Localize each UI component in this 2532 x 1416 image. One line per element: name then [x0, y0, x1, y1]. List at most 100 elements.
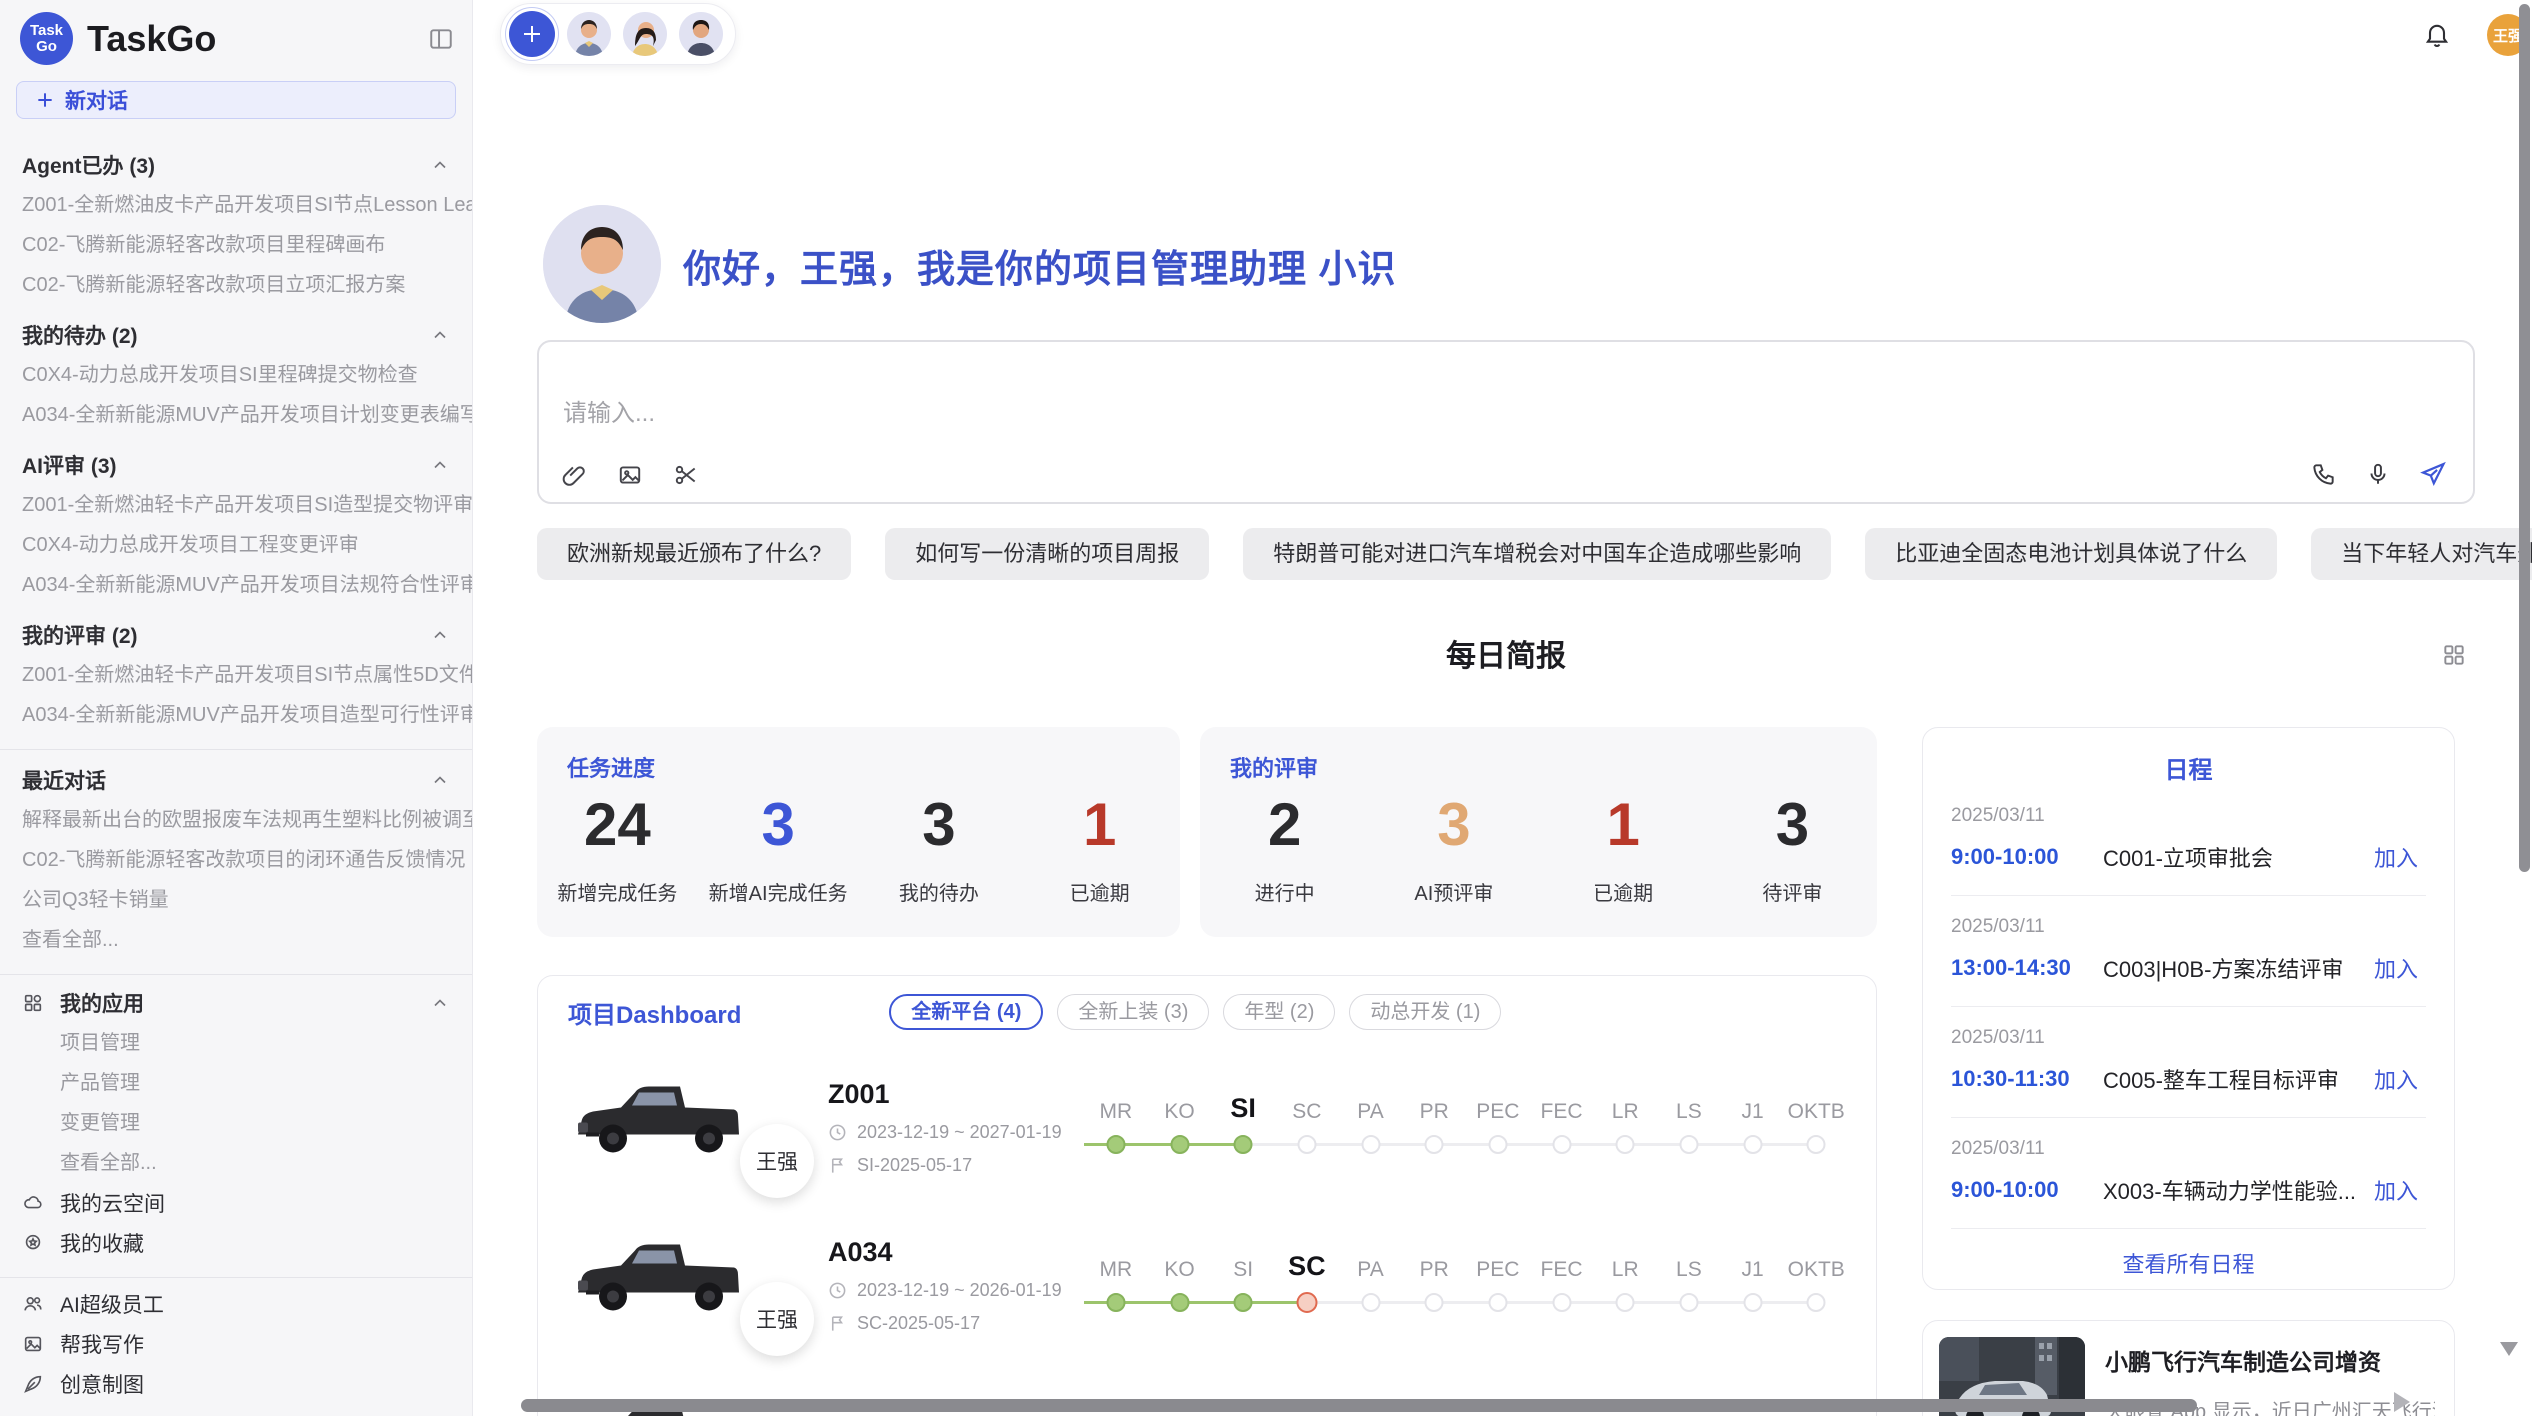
list-item[interactable]: Z001-全新燃油轻卡产品开发项目SI节点属性5D文件评审 [0, 655, 472, 695]
apps-grid-icon [22, 992, 44, 1014]
section-title: Agent已办 (3) [22, 150, 430, 180]
list-item[interactable]: C02-飞腾新能源轻客改款项目的闭环通告反馈情况 [0, 840, 472, 880]
stat-value: 24 [537, 789, 698, 861]
join-link[interactable]: 加入 [2374, 1174, 2426, 1206]
microphone-icon[interactable] [2365, 461, 2391, 487]
clock-icon [828, 1123, 847, 1142]
join-link[interactable]: 加入 [2374, 1063, 2426, 1095]
section-my-review[interactable]: 我的评审 (2) [0, 615, 472, 655]
section-agent-done[interactable]: Agent已办 (3) [0, 145, 472, 185]
milestone-station: OKTB [1784, 1246, 1848, 1324]
stat-items: 2 进行中 3 AI预评审 1 已逾期 3 待评审 [1200, 789, 1877, 906]
stat-label: 我的待办 [859, 877, 1020, 906]
medal-star-icon [22, 1232, 44, 1254]
milestone-label: J1 [1721, 1246, 1785, 1282]
milestone-station: PR [1402, 1246, 1466, 1324]
stat-label: 新增AI完成任务 [698, 877, 859, 906]
join-link[interactable]: 加入 [2374, 952, 2426, 984]
sidebar-item-project-mgmt[interactable]: 项目管理 [0, 1023, 472, 1063]
section-recent-chats[interactable]: 最近对话 [0, 760, 472, 800]
suggestion-chip[interactable]: 欧洲新规最近颁布了什么? [537, 528, 851, 580]
horizontal-scrollbar[interactable] [521, 1399, 2197, 1412]
paperclip-icon[interactable] [561, 462, 587, 488]
suggestion-chip[interactable]: 特朗普可能对进口汽车增税会对中国车企造成哪些影响 [1243, 528, 1831, 580]
stat-label: 已逾期 [1019, 877, 1180, 906]
view-all-link[interactable]: 查看全部... [0, 1143, 472, 1183]
logo-text-top: Task [30, 23, 63, 39]
list-item[interactable]: C0X4-动力总成开发项目SI里程碑提交物检查 [0, 355, 472, 395]
sidebar-item-product-mgmt[interactable]: 产品管理 [0, 1063, 472, 1103]
list-item[interactable]: C02-飞腾新能源轻客改款项目立项汇报方案 [0, 265, 472, 305]
chevron-up-icon[interactable] [430, 770, 450, 790]
project-date-range: 2023-12-19 ~ 2026-01-19 [857, 1280, 1062, 1301]
chevron-up-icon[interactable] [430, 455, 450, 475]
section-my-apps[interactable]: 我的应用 [0, 983, 472, 1023]
filter-chip-model-year[interactable]: 年型 (2) [1223, 994, 1335, 1030]
chevron-up-icon[interactable] [430, 155, 450, 175]
list-item[interactable]: 解释最新出台的欧盟报废车法规再生塑料比例被调至15%... [0, 800, 472, 840]
avatar[interactable] [679, 12, 723, 56]
list-item[interactable]: A034-全新新能源MUV产品开发项目造型可行性评审 [0, 695, 472, 735]
project-row[interactable]: 王强 Z001 2023-12-19 ~ 2027-01-19 SI-2025-… [538, 1048, 1876, 1206]
chevron-up-icon[interactable] [430, 325, 450, 345]
sidebar-item-creative-draw[interactable]: 创意制图 [0, 1364, 472, 1404]
list-item[interactable]: A034-全新新能源MUV产品开发项目计划变更表编写 [0, 395, 472, 435]
avatar[interactable] [567, 12, 611, 56]
sidebar-header: Task Go TaskGo [0, 0, 472, 65]
app-window: Task Go TaskGo 新对话 Agent已办 (3) Z001-全新燃油… [0, 0, 2532, 1416]
list-item[interactable]: Z001-全新燃油皮卡产品开发项目SI节点Lesson Learn报告 [0, 185, 472, 225]
list-item[interactable]: C02-飞腾新能源轻客改款项目里程碑画布 [0, 225, 472, 265]
milestone-station: KO [1148, 1246, 1212, 1324]
view-all-schedule-link[interactable]: 查看所有日程 [1923, 1229, 2454, 1279]
sidebar-item-ai-staff[interactable]: AI超级员工 [0, 1284, 472, 1324]
plus-icon [520, 22, 544, 46]
sidebar-collapse-icon[interactable] [428, 26, 454, 52]
sidebar-item-change-mgmt[interactable]: 变更管理 [0, 1103, 472, 1143]
stat-label: 进行中 [1200, 877, 1369, 906]
chat-input[interactable] [563, 400, 1763, 428]
list-item[interactable]: 公司Q3轻卡销量 [0, 880, 472, 920]
vertical-scrollbar[interactable] [2519, 4, 2530, 872]
scissors-icon[interactable] [673, 462, 699, 488]
chevron-up-icon[interactable] [430, 993, 450, 1013]
filter-chip-platform[interactable]: 全新平台 (4) [889, 994, 1043, 1030]
scroll-right-arrow-icon[interactable] [2394, 1392, 2410, 1412]
milestone-station: MR [1084, 1088, 1148, 1166]
milestone-label: PR [1402, 1246, 1466, 1282]
sidebar-item-cloud-space[interactable]: 我的云空间 [0, 1183, 472, 1223]
sidebar-item-favorites[interactable]: 我的收藏 [0, 1223, 472, 1263]
project-row[interactable]: 王强 A034 2023-12-19 ~ 2026-01-19 SC-2025-… [538, 1206, 1876, 1364]
project-media: 王强 [566, 1071, 816, 1184]
suggestion-chip[interactable]: 当下年轻人对汽车外观有怎样的喜好趋势 [2311, 528, 2532, 580]
suggestion-chip[interactable]: 比亚迪全固态电池计划具体说了什么 [1865, 528, 2277, 580]
suggestion-chip[interactable]: 如何写一份清晰的项目周报 [885, 528, 1209, 580]
filter-chip-powertrain[interactable]: 动总开发 (1) [1349, 994, 1501, 1030]
view-all-link[interactable]: 查看全部... [0, 920, 472, 960]
layout-grid-icon[interactable] [2441, 642, 2467, 668]
section-my-todo[interactable]: 我的待办 (2) [0, 315, 472, 355]
project-info: A034 2023-12-19 ~ 2026-01-19 SC-2025-05-… [816, 1237, 1078, 1334]
pickup-truck-image [566, 1071, 751, 1179]
task-progress-card: 任务进度 24 新增完成任务 3 新增AI完成任务 3 我的待办 1 已逾期 [537, 727, 1180, 937]
list-item[interactable]: C0X4-动力总成开发项目工程变更评审 [0, 525, 472, 565]
avatar[interactable] [623, 12, 667, 56]
schedule-card: 日程 2025/03/11 9:00-10:00 C001-立项审批会 加入 2… [1922, 727, 2455, 1290]
notification-bell-icon[interactable] [2423, 20, 2451, 48]
send-icon[interactable] [2419, 460, 2447, 488]
milestone-dot [1743, 1293, 1762, 1312]
filter-chip-body[interactable]: 全新上装 (3) [1057, 994, 1209, 1030]
list-item[interactable]: A034-全新新能源MUV产品开发项目法规符合性评审 [0, 565, 472, 605]
milestone-station-current: SI [1211, 1088, 1275, 1166]
add-agent-button[interactable] [509, 11, 555, 57]
new-chat-button[interactable]: 新对话 [16, 81, 456, 119]
image-icon[interactable] [617, 462, 643, 488]
join-link[interactable]: 加入 [2374, 841, 2426, 873]
phone-icon[interactable] [2311, 461, 2337, 487]
milestone-label: J1 [1721, 1088, 1785, 1124]
section-ai-review[interactable]: AI评审 (3) [0, 445, 472, 485]
scroll-down-arrow-icon[interactable] [2500, 1342, 2518, 1356]
flag-icon [828, 1156, 847, 1175]
list-item[interactable]: Z001-全新燃油轻卡产品开发项目SI造型提交物评审 [0, 485, 472, 525]
sidebar-item-write-helper[interactable]: 帮我写作 [0, 1324, 472, 1364]
chevron-up-icon[interactable] [430, 625, 450, 645]
